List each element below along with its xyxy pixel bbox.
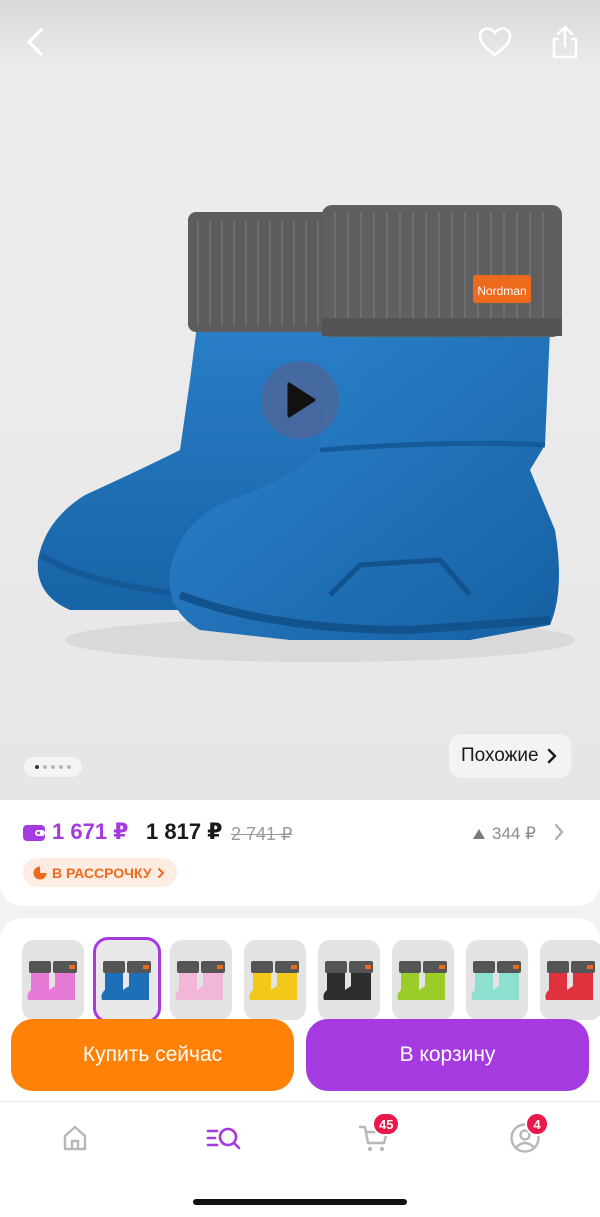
pagination-dot-active — [35, 765, 39, 769]
home-indicator — [193, 1199, 407, 1205]
add-to-cart-button[interactable]: В корзину — [306, 1019, 589, 1091]
regular-price: 1 817 ₽ — [146, 819, 223, 844]
pie-chart-icon — [33, 866, 47, 879]
pagination-dot — [51, 765, 55, 769]
variant-boots-image — [249, 961, 299, 1000]
pagination-dot — [59, 765, 63, 769]
product-gallery[interactable]: Nordman Похожие — [0, 0, 600, 800]
cart-badge: 45 — [372, 1112, 401, 1136]
price-card — [0, 800, 600, 906]
color-variant-blue[interactable] — [93, 937, 161, 1023]
brand-tag-text: Nordman — [477, 284, 526, 298]
home-icon — [63, 1125, 87, 1151]
color-variant-light-pink[interactable] — [170, 940, 232, 1020]
chevron-right-icon — [157, 867, 164, 878]
catalog-search-icon — [206, 1127, 241, 1150]
chevron-right-icon — [547, 748, 556, 764]
installment-label: В РАССРОЧКУ — [52, 864, 152, 881]
pagination-dot — [43, 765, 47, 769]
color-variant-lime[interactable] — [392, 940, 454, 1020]
chevron-left-icon — [27, 28, 43, 56]
buy-now-button[interactable]: Купить сейчас — [11, 1019, 294, 1091]
wallet-icon — [23, 825, 45, 841]
variant-boots-image — [27, 961, 77, 1000]
old-price: 2 741 ₽ — [231, 824, 293, 844]
color-variant-red[interactable] — [540, 940, 600, 1020]
heart-icon — [478, 27, 512, 57]
color-variant-black[interactable] — [318, 940, 380, 1020]
similar-label: Похожие — [461, 745, 539, 766]
price-delta[interactable]: 344 ₽ — [472, 824, 536, 844]
variant-boots-image — [397, 961, 447, 1000]
favorite-button[interactable] — [475, 22, 515, 62]
pagination-dot — [67, 765, 71, 769]
share-button[interactable] — [545, 22, 585, 62]
variant-boots-image — [175, 961, 225, 1000]
variant-boots-image — [471, 961, 521, 1000]
variant-boots-image — [545, 961, 595, 1000]
wallet-price: 1 671 ₽ — [52, 819, 129, 844]
variant-boots-image — [323, 961, 373, 1000]
back-button[interactable] — [16, 22, 56, 62]
color-variant-pink[interactable] — [22, 940, 84, 1020]
similar-button[interactable]: Похожие — [449, 734, 571, 778]
chevron-right-icon[interactable] — [553, 822, 565, 842]
profile-badge: 4 — [525, 1112, 549, 1136]
price-delta-value: 344 ₽ — [492, 824, 536, 843]
share-icon — [552, 25, 578, 59]
triangle-up-icon — [473, 829, 485, 839]
play-icon — [287, 382, 316, 418]
installment-badge[interactable]: В РАССРОЧКУ — [23, 858, 177, 887]
color-variant-yellow[interactable] — [244, 940, 306, 1020]
tab-home[interactable] — [55, 1118, 95, 1158]
variant-boots-image — [101, 961, 151, 1000]
color-variant-mint[interactable] — [466, 940, 528, 1020]
tab-catalog[interactable] — [204, 1118, 244, 1158]
gallery-pagination — [24, 757, 82, 777]
play-video-button[interactable] — [261, 361, 339, 439]
